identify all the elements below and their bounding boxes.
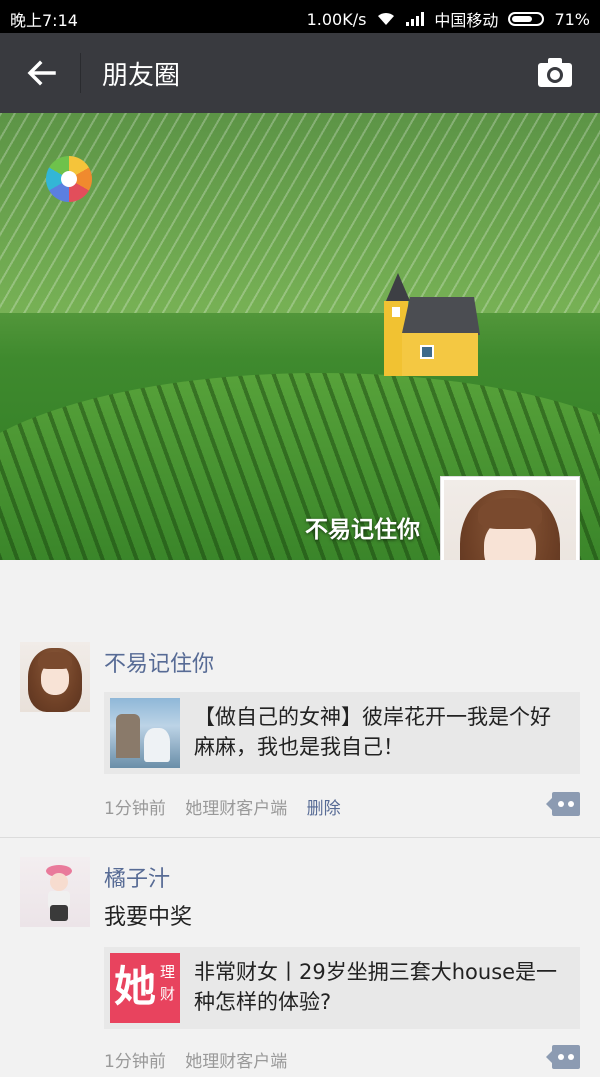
battery-percent: 71% xyxy=(554,9,590,29)
status-right: 1.00K/s 中国移动 71% xyxy=(307,7,590,31)
link-title: 非常财女丨29岁坐拥三套大house是一种怎样的体验? xyxy=(194,960,558,1014)
post-source: 她理财客户端 xyxy=(185,1052,288,1072)
status-time: 晚上7:14 xyxy=(10,11,78,30)
post-text: 我要中奖 xyxy=(104,905,193,930)
post-author[interactable]: 橘子汁 xyxy=(104,861,170,893)
cover-owner-name[interactable]: 不易记住你 xyxy=(305,510,420,544)
moments-logo-icon[interactable] xyxy=(46,156,92,202)
shared-link-card[interactable]: 她 理财 非常财女丨29岁坐拥三套大house是一种怎样的体验? xyxy=(104,947,580,1029)
link-thumbnail xyxy=(110,698,180,768)
carrier-name: 中国移动 xyxy=(434,11,499,30)
title-bar: 朋友圈 xyxy=(0,33,600,113)
post-author[interactable]: 不易记住你 xyxy=(104,646,214,678)
link-title: 【做自己的女神】彼岸花开一我是个好麻麻，我也是我自己！ xyxy=(194,705,551,759)
camera-icon[interactable] xyxy=(536,55,574,91)
post-meta: 1分钟前 她理财客户端 删除 xyxy=(104,794,355,819)
shared-link-card[interactable]: 【做自己的女神】彼岸花开一我是个好麻麻，我也是我自己！ xyxy=(104,692,580,774)
title-divider xyxy=(80,53,81,93)
signal-icon xyxy=(406,12,425,26)
post-avatar[interactable] xyxy=(20,642,90,712)
network-speed: 1.00K/s xyxy=(306,9,367,29)
moment-post: 不易记住你 【做自己的女神】彼岸花开一我是个好麻麻，我也是我自己！ 1分钟前 她… xyxy=(0,642,600,837)
back-arrow-icon[interactable] xyxy=(22,53,62,93)
page-title: 朋友圈 xyxy=(102,61,181,91)
moment-post: 橘子汁 我要中奖 她 理财 非常财女丨29岁坐拥三套大house是一种怎样的体验… xyxy=(0,857,600,1077)
post-time: 1分钟前 xyxy=(104,799,166,819)
battery-fill xyxy=(512,16,533,22)
avatar-image xyxy=(20,642,90,712)
feed: 不易记住你 【做自己的女神】彼岸花开一我是个好麻麻，我也是我自己！ 1分钟前 她… xyxy=(0,560,600,1072)
post-source: 她理财客户端 xyxy=(185,799,288,819)
house-image xyxy=(384,273,480,376)
status-bar: 晚上7:14 1.00K/s 中国移动 71% xyxy=(0,0,600,33)
post-meta: 1分钟前 她理财客户端 xyxy=(104,1047,301,1072)
comment-more-icon[interactable] xyxy=(546,792,580,816)
post-divider xyxy=(0,837,600,838)
post-time: 1分钟前 xyxy=(104,1052,166,1072)
comment-more-icon[interactable] xyxy=(546,1045,580,1069)
battery-icon xyxy=(508,12,545,26)
delete-link[interactable]: 删除 xyxy=(307,799,341,819)
post-avatar[interactable] xyxy=(20,857,90,927)
vineyard-rows xyxy=(0,113,600,313)
tali-app-logo: 她 理财 xyxy=(110,953,180,1023)
wifi-icon xyxy=(378,12,395,25)
